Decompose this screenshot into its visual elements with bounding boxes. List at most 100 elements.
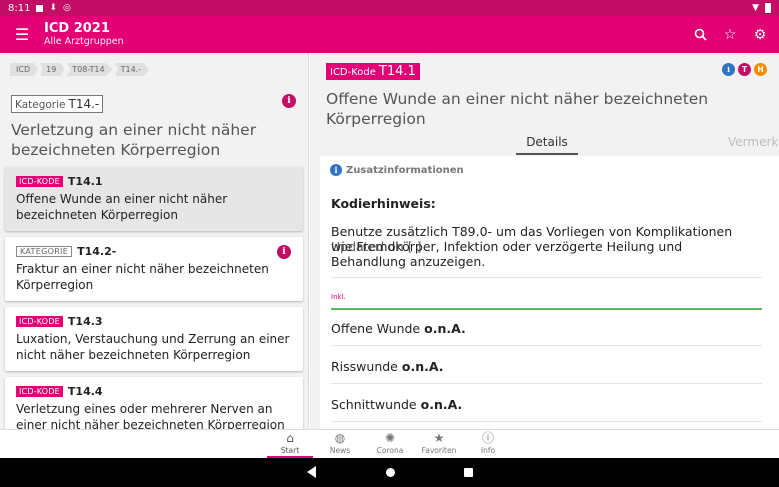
- breadcrumb-item[interactable]: T08-T14: [66, 63, 113, 76]
- star-icon: ★: [433, 431, 445, 445]
- zusatzinformationen-label: Zusatzinformationen: [346, 164, 464, 176]
- status-left: 8:11 ⬇ ◎: [8, 3, 71, 14]
- inkl-separator: [331, 308, 762, 310]
- info-badge-icon[interactable]: i: [722, 63, 735, 76]
- zusatzinformationen-header[interactable]: i Zusatzinformationen: [330, 164, 464, 176]
- kategorie-heading: Verletzung an einer nicht näher bezeichn…: [11, 121, 257, 159]
- wifi-icon: ▼: [752, 2, 759, 13]
- nav-label: News: [329, 446, 351, 455]
- detail-code: T14.1: [378, 64, 416, 79]
- inkl-item: Risswunde o.n.A.: [331, 359, 444, 374]
- list-item-head: KATEGORIE T14.2-: [16, 245, 292, 258]
- h-badge-icon[interactable]: H: [754, 63, 767, 76]
- list-item-title: Verletzung eines oder mehrerer Nerven an…: [16, 402, 285, 429]
- list-item-title: Offene Wunde an einer nicht näher bezeic…: [16, 192, 228, 222]
- info-icon: ⓘ: [481, 431, 494, 445]
- breadcrumb-item[interactable]: 19: [40, 63, 65, 76]
- menu-button[interactable]: ☰: [0, 16, 44, 53]
- t-badge-icon[interactable]: T: [738, 63, 751, 76]
- settings-button[interactable]: ⚙: [747, 22, 773, 48]
- inkl-item-text: Offene Wunde: [331, 321, 421, 336]
- nav-info[interactable]: ⓘ Info: [465, 431, 511, 458]
- list-item[interactable]: ICD-KODE T14.4 Verletzung eines oder meh…: [5, 377, 303, 429]
- list-item-head: ICD-KODE T14.1: [16, 175, 292, 188]
- inkl-item-suffix: o.n.A.: [420, 397, 463, 412]
- list-item[interactable]: ICD-KODE T14.1 Offene Wunde an einer nic…: [5, 167, 303, 231]
- tab-details[interactable]: Details: [516, 133, 578, 155]
- tab-vermerk[interactable]: Vermerk: [728, 133, 778, 155]
- nav-label: Info: [480, 446, 496, 455]
- detail-pane: ICD-Kode T14.1 i T H Offene Wunde an ein…: [310, 53, 779, 429]
- star-outline-icon: ☆: [723, 26, 737, 43]
- detail-header: ICD-Kode T14.1: [326, 63, 420, 80]
- info-icon: i: [330, 164, 342, 176]
- list-item[interactable]: ICD-KODE T14.3 Luxation, Verstauchung un…: [5, 307, 303, 371]
- virus-icon: ✺: [384, 431, 396, 445]
- list-item-code: T14.2-: [77, 245, 117, 258]
- bottom-navigation: ⌂ Start ◍ News ✺ Corona ★ Favoriten ⓘ In…: [0, 429, 779, 458]
- list-item-title: Luxation, Verstauchung und Zerrung an ei…: [16, 332, 290, 362]
- icd-kode-tag: ICD-KODE: [16, 386, 63, 397]
- inkl-label: Inkl.: [331, 293, 346, 301]
- breadcrumb-item[interactable]: T14.-: [114, 63, 150, 76]
- kategorie-info-icon[interactable]: i: [282, 94, 296, 108]
- favorite-button[interactable]: ☆: [717, 22, 743, 48]
- list-item-code: T14.1: [67, 175, 103, 188]
- system-navigation: [0, 458, 779, 487]
- list-item-code: T14.4: [67, 385, 103, 398]
- status-right: ▼: [752, 3, 771, 13]
- divider: [331, 421, 762, 422]
- code-list: ICD-KODE T14.1 Offene Wunde an einer nic…: [5, 167, 303, 429]
- battery-icon: [765, 3, 771, 13]
- kodierhinweis-title: Kodierhinweis:: [331, 196, 436, 211]
- kategorie-label: Kategorie: [15, 99, 66, 111]
- divider: [331, 277, 762, 278]
- nav-news[interactable]: ◍ News: [317, 431, 363, 458]
- search-button[interactable]: [687, 22, 713, 48]
- app-title: ICD 2021: [44, 21, 110, 36]
- divider: [331, 383, 762, 384]
- kategorie-tag: KATEGORIE: [16, 246, 73, 257]
- notification-icon: [36, 4, 44, 12]
- status-bar: 8:11 ⬇ ◎ ▼: [0, 0, 779, 16]
- home-icon: ⌂: [286, 431, 294, 445]
- detail-kode-badge: ICD-Kode T14.1: [326, 63, 420, 80]
- list-item[interactable]: KATEGORIE T14.2- Fraktur an einer nicht …: [5, 237, 303, 301]
- hamburger-icon: ☰: [14, 25, 30, 44]
- icd-kode-tag: ICD-KODE: [16, 176, 63, 187]
- recents-button[interactable]: [461, 465, 475, 479]
- app-titles: ICD 2021 Alle Arztgruppen: [44, 21, 124, 48]
- detail-title: Offene Wunde an einer nicht näher bezeic…: [326, 90, 709, 128]
- kategorie-badge: Kategorie T14.-: [11, 95, 104, 113]
- home-button[interactable]: [383, 465, 397, 479]
- detail-badges: i T H: [722, 63, 767, 76]
- nav-label: Corona: [376, 446, 404, 455]
- appbar-actions: ☆ ⚙: [687, 22, 779, 48]
- nav-label: Start: [280, 446, 300, 455]
- list-item-info-icon[interactable]: i: [277, 245, 291, 259]
- recents-icon: [463, 467, 473, 477]
- updated-on-text: Updated on [ ]: [331, 239, 422, 254]
- breadcrumb: ICD 19 T08-T14 T14.-: [10, 63, 150, 76]
- list-item-title: Fraktur an einer nicht näher bezeichnete…: [16, 262, 269, 292]
- kategorie-code: T14.-: [68, 97, 100, 111]
- kategorie-row: Kategorie T14.-: [11, 95, 104, 113]
- back-icon: [306, 466, 316, 478]
- detail-tabs: Details Vermerk: [310, 133, 779, 155]
- inkl-item: Offene Wunde o.n.A.: [331, 321, 466, 336]
- left-pane: ICD 19 T08-T14 T14.- Kategorie T14.- i V…: [0, 53, 309, 429]
- breadcrumb-item[interactable]: ICD: [10, 63, 39, 76]
- nav-favoriten[interactable]: ★ Favoriten: [416, 431, 462, 458]
- inkl-item-text: Risswunde: [331, 359, 398, 374]
- inkl-item-text: Schnittwunde: [331, 397, 417, 412]
- download-icon: ⬇: [49, 2, 58, 13]
- divider: [331, 345, 762, 346]
- app-subtitle[interactable]: Alle Arztgruppen: [44, 36, 124, 48]
- details-panel: i Zusatzinformationen Kodierhinweis: Ben…: [320, 156, 779, 429]
- nav-start[interactable]: ⌂ Start: [267, 431, 313, 458]
- status-time: 8:11: [8, 2, 31, 14]
- gear-icon: ⚙: [753, 26, 767, 43]
- nav-corona[interactable]: ✺ Corona: [367, 431, 413, 458]
- home-circle-icon: [385, 467, 395, 477]
- back-button[interactable]: [304, 465, 318, 479]
